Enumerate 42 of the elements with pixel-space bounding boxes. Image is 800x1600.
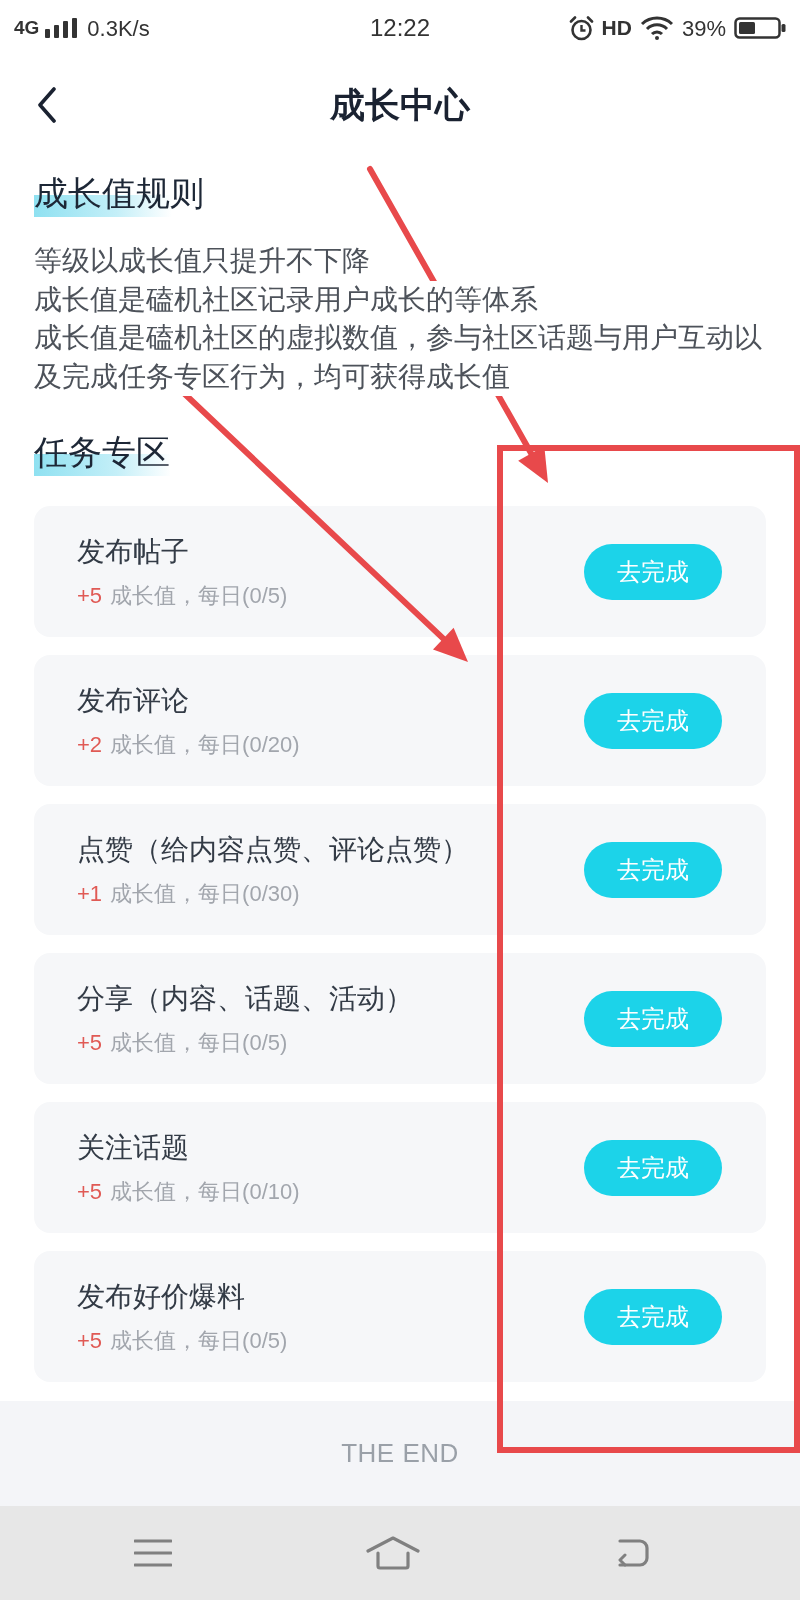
battery-percent-text: 39%: [681, 14, 726, 43]
complete-button[interactable]: 去完成: [584, 1139, 722, 1196]
reward-text: 成长值，每日(0/5): [110, 582, 288, 610]
complete-button[interactable]: 去完成: [584, 692, 722, 749]
task-title: 点赞（给内容点赞、评论点赞）: [77, 833, 469, 867]
complete-button[interactable]: 去完成: [584, 990, 722, 1047]
page-title: 成长中心: [330, 84, 470, 126]
points-text: +5: [77, 1327, 103, 1355]
back-chevron-icon: [37, 87, 57, 123]
reward-text: 成长值，每日(0/5): [110, 1327, 288, 1355]
points-text: +1: [77, 880, 103, 908]
network-speed-text: 0.3K/s: [87, 14, 150, 43]
menu-icon[interactable]: [134, 1538, 172, 1568]
network-type-text: 4G: [14, 15, 40, 40]
task-title: 分享（内容、话题、活动）: [77, 982, 413, 1016]
complete-button[interactable]: 去完成: [584, 1288, 722, 1345]
wifi-icon: [639, 16, 674, 40]
points-text: +5: [77, 1029, 103, 1057]
end-text: THE END: [341, 1437, 459, 1470]
reward-text: 成长值，每日(0/30): [110, 880, 300, 908]
rules-text: 成长值是磕机社区记录用户成长的等体系: [34, 280, 538, 319]
task-title: 发布评论: [77, 684, 190, 718]
time-text: 12:22: [369, 13, 431, 43]
reward-text: 成长值，每日(0/5): [110, 1029, 288, 1057]
signal-icon: [45, 18, 78, 38]
section-heading: 任务专区: [34, 432, 170, 477]
task-title: 发布帖子: [77, 535, 190, 569]
rules-text: 成长值是磕机社区的虚拟数值，参与社区话题与用户互动以及完成任务专区行为，均可获得成长值: [34, 319, 762, 396]
points-text: +5: [77, 582, 103, 610]
points-text: +2: [77, 731, 103, 759]
task-title: 发布好价爆料: [77, 1280, 246, 1314]
hd-text: HD: [601, 15, 632, 42]
reward-text: 成长值，每日(0/10): [110, 1178, 300, 1206]
points-text: +5: [77, 1178, 103, 1206]
home-icon[interactable]: [366, 1536, 420, 1570]
battery-icon: [734, 17, 786, 39]
alarm-clock-icon: [568, 15, 594, 41]
back-icon[interactable]: [616, 1539, 650, 1567]
task-title: 关注话题: [77, 1131, 190, 1165]
reward-text: 成长值，每日(0/20): [110, 731, 300, 759]
complete-button[interactable]: 去完成: [584, 543, 722, 600]
complete-button[interactable]: 去完成: [584, 841, 722, 898]
